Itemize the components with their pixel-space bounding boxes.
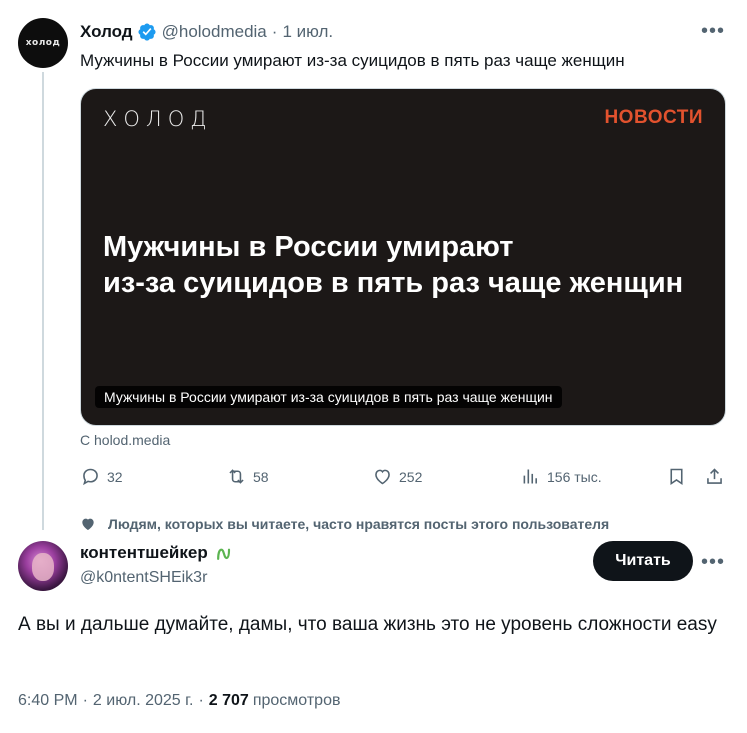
reply-icon (83, 468, 98, 486)
reply-views-label: просмотров (252, 692, 341, 709)
card-headline-line1: Мужчины в России умирают (103, 231, 514, 263)
reply-count: 32 (107, 468, 123, 485)
reply-date[interactable]: 2 июл. 2025 г. (93, 692, 194, 710)
heart-icon (375, 469, 390, 485)
card-caption: Мужчины в России умирают из-за суицидов … (95, 386, 562, 408)
reply-button[interactable]: 32 (80, 466, 123, 487)
tweet-text: Мужчины в России умирают из-за суицидов … (80, 51, 625, 70)
thread-connector-line (42, 72, 44, 530)
author-name[interactable]: Холод (80, 22, 133, 42)
share-button[interactable] (704, 466, 731, 487)
bookmark-icon (670, 468, 683, 485)
link-source[interactable]: С holod.media (80, 432, 170, 448)
reply-author-handle[interactable]: @k0ntentSHEik3r (80, 569, 207, 587)
card-news-tag: НОВОСТИ (604, 107, 703, 128)
reply-meta: 6:40 PM · 2 июл. 2025 г. · 2 707 просмот… (18, 692, 340, 710)
tweet-date[interactable]: 1 июл. (282, 22, 333, 42)
follow-button[interactable]: Читать (593, 541, 693, 581)
reply-author-name-row: контентшейкер (80, 543, 234, 563)
author-handle[interactable]: @holodmedia (162, 22, 267, 42)
avatar[interactable]: холод (18, 18, 68, 68)
social-context-text: Людям, которых вы читаете, часто нравятс… (108, 516, 610, 532)
repost-count: 58 (253, 468, 269, 485)
tweet-header: Холод @holodmedia · 1 июл. (80, 20, 333, 44)
reply-views-count: 2 707 (208, 692, 249, 709)
separator-dot: · (198, 692, 204, 709)
card-headline-line2: из-за суицидов в пять раз чаще женщин (103, 267, 684, 299)
bookmark-button[interactable] (666, 466, 693, 487)
more-options-icon[interactable]: ••• (701, 551, 725, 574)
avatar[interactable] (18, 541, 68, 591)
reply-time[interactable]: 6:40 PM (18, 692, 78, 710)
social-context: Людям, которых вы читаете, часто нравятс… (80, 516, 609, 532)
verified-badge-icon (138, 23, 156, 41)
views-button[interactable]: 156 тыс. (520, 466, 602, 487)
reply-author-name[interactable]: контентшейкер (80, 543, 208, 563)
views-chart-icon (523, 469, 537, 484)
reply-text: А вы и дальше думайте, дамы, что ваша жи… (18, 614, 717, 635)
media-card[interactable]: холод НОВОСТИ Мужчины в России умирают и… (80, 88, 726, 426)
tweet-actions: 32 58 252 156 тыс. (80, 466, 730, 494)
like-button[interactable]: 252 (372, 466, 422, 487)
share-icon (707, 468, 722, 484)
views-count: 156 тыс. (547, 468, 602, 485)
more-options-icon[interactable]: ••• (701, 20, 725, 43)
card-headline: Мужчины в России умирают из-за суицидов … (103, 229, 703, 301)
card-logo: холод (103, 107, 213, 131)
like-count: 252 (399, 468, 423, 485)
green-snake-badge-icon (216, 548, 230, 560)
separator-dot: · (271, 22, 278, 41)
avatar-logo-text: холод (25, 38, 61, 48)
repost-button[interactable]: 58 (226, 466, 269, 487)
separator-dot: · (82, 692, 88, 709)
heart-filled-icon (82, 518, 94, 530)
repost-icon (229, 469, 244, 484)
avatar-face (32, 553, 54, 581)
